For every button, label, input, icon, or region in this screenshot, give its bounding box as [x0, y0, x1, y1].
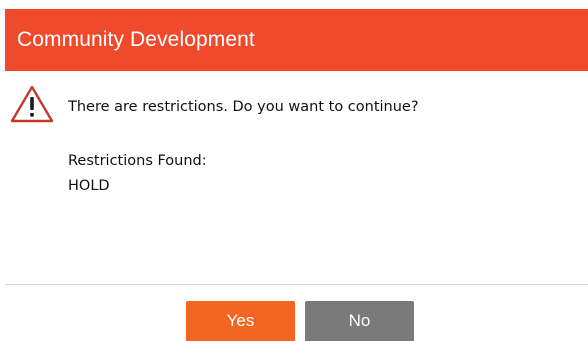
footer-divider — [5, 284, 588, 285]
dialog-title: Community Development — [17, 28, 255, 51]
dialog-header: Community Development — [5, 9, 588, 71]
restrictions-value: HOLD — [68, 178, 110, 194]
yes-button[interactable]: Yes — [186, 301, 295, 341]
dialog-message: There are restrictions. Do you want to c… — [68, 99, 419, 115]
warning-icon — [9, 84, 55, 124]
confirmation-dialog: Community Development There are restrict… — [0, 0, 588, 341]
restrictions-label: Restrictions Found: — [68, 153, 207, 169]
no-button[interactable]: No — [305, 301, 414, 341]
